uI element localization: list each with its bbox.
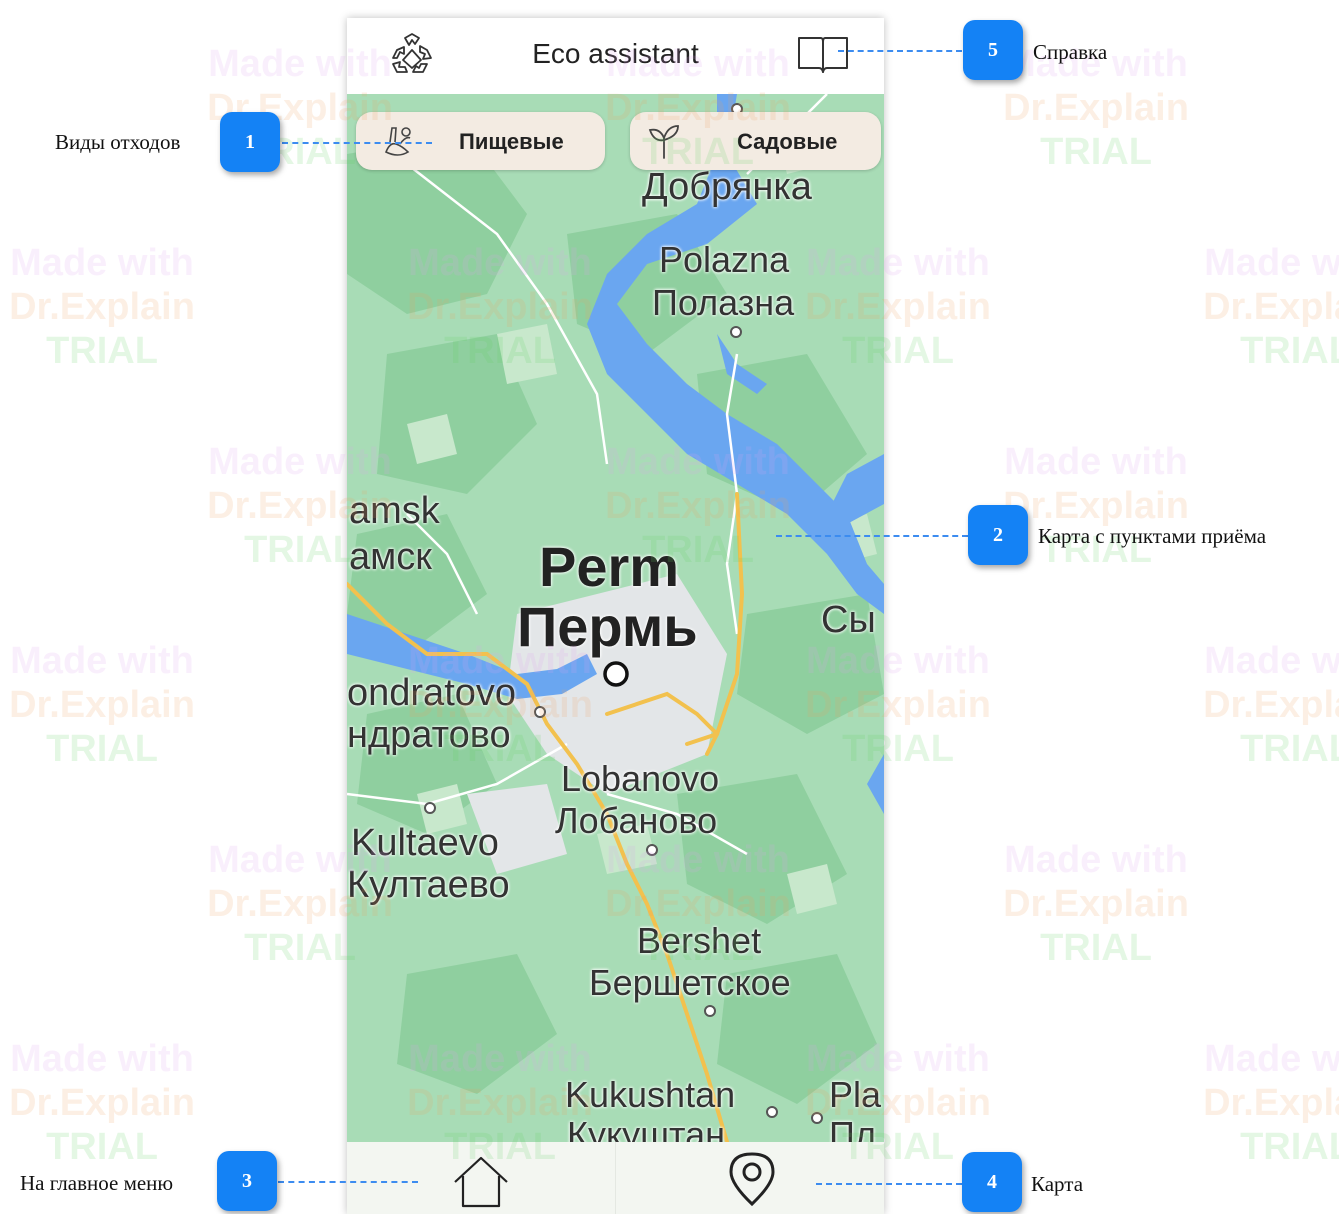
callout-3-badge: 3: [217, 1151, 277, 1211]
map-label-bershet-en: Bershet: [637, 920, 762, 961]
map-label-pla-en: Pla: [829, 1074, 882, 1115]
callout-2-badge: 2: [968, 505, 1028, 565]
callout-4-text: Карта: [1031, 1172, 1084, 1196]
map-label-kamsk-en: amsk: [349, 490, 440, 532]
callout-5-line: [838, 50, 962, 52]
callout-1-line: [282, 142, 432, 144]
chip-garden-waste[interactable]: Садовые: [630, 112, 881, 170]
watermark: Made withDr.ExplainTRIAL: [1203, 1038, 1339, 1168]
bottom-nav: [347, 1142, 884, 1214]
watermark: Made withDr.ExplainTRIAL: [9, 242, 195, 372]
callout-1-badge: 1: [220, 112, 280, 172]
map-label-polazna-ru: Полазна: [652, 282, 795, 323]
map-label-kultaevo-ru: Култаево: [347, 864, 510, 906]
watermark: Made withDr.ExplainTRIAL: [1203, 242, 1339, 372]
phone-screen: Добрянка Polazna Полазна amsk амск Perm …: [347, 18, 884, 1214]
chip-food-waste-label: Пищевые: [459, 129, 564, 154]
callout-2-text: Карта с пунктами приёма: [1038, 524, 1267, 548]
map-label-perm-en: Perm: [539, 535, 680, 598]
map-label-kultaevo-en: Kultaevo: [351, 822, 499, 864]
nav-divider: [615, 1142, 616, 1214]
callout-3-text: На главное меню: [20, 1171, 174, 1195]
sprout-icon: [646, 122, 682, 165]
callout-2-line: [776, 535, 968, 537]
chip-garden-waste-label: Садовые: [737, 129, 838, 154]
chip-food-waste[interactable]: Пищевые: [356, 112, 605, 170]
callout-1-text: Виды отходов: [55, 130, 181, 154]
map-label-lobanovo-en: Lobanovo: [561, 758, 720, 799]
map-label-perm-ru: Пермь: [517, 595, 698, 658]
map-label-kondratovo-ru: ндратово: [347, 714, 511, 756]
watermark: Made withDr.ExplainTRIAL: [9, 1038, 195, 1168]
map-label-kondratovo-en: ondratovo: [347, 672, 517, 714]
map-label-polazna-en: Polazna: [659, 239, 790, 280]
map-label-bershet-ru: Бершетское: [589, 962, 791, 1003]
watermark: Made withDr.ExplainTRIAL: [9, 640, 195, 770]
callout-4-badge: 4: [962, 1152, 1022, 1212]
book-icon[interactable]: [797, 34, 849, 74]
map-pin-icon[interactable]: [725, 1150, 779, 1208]
map-view[interactable]: Добрянка Polazna Полазна amsk амск Perm …: [347, 94, 884, 1142]
callout-5-badge: 5: [963, 20, 1023, 80]
map-label-lobanovo-ru: Лобаново: [555, 800, 718, 841]
watermark: Made withDr.ExplainTRIAL: [1003, 839, 1189, 969]
map-label-kamsk-ru: амск: [349, 536, 432, 578]
callout-5-text: Справка: [1033, 40, 1108, 64]
callout-4-line: [816, 1183, 962, 1185]
map-label-kukushtan-en: Kukushtan: [565, 1074, 736, 1115]
map-label-dobryanka: Добрянка: [642, 166, 812, 208]
app-bar: Eco assistant: [347, 18, 884, 94]
callout-3-line: [278, 1181, 418, 1183]
watermark: Made withDr.ExplainTRIAL: [1203, 640, 1339, 770]
map-label-sy: Сы: [821, 599, 876, 641]
home-icon[interactable]: [449, 1152, 513, 1208]
map-label-kukushtan-ru: Кукуштан: [567, 1114, 725, 1142]
map-label-pla-ru: Пл: [829, 1114, 876, 1142]
